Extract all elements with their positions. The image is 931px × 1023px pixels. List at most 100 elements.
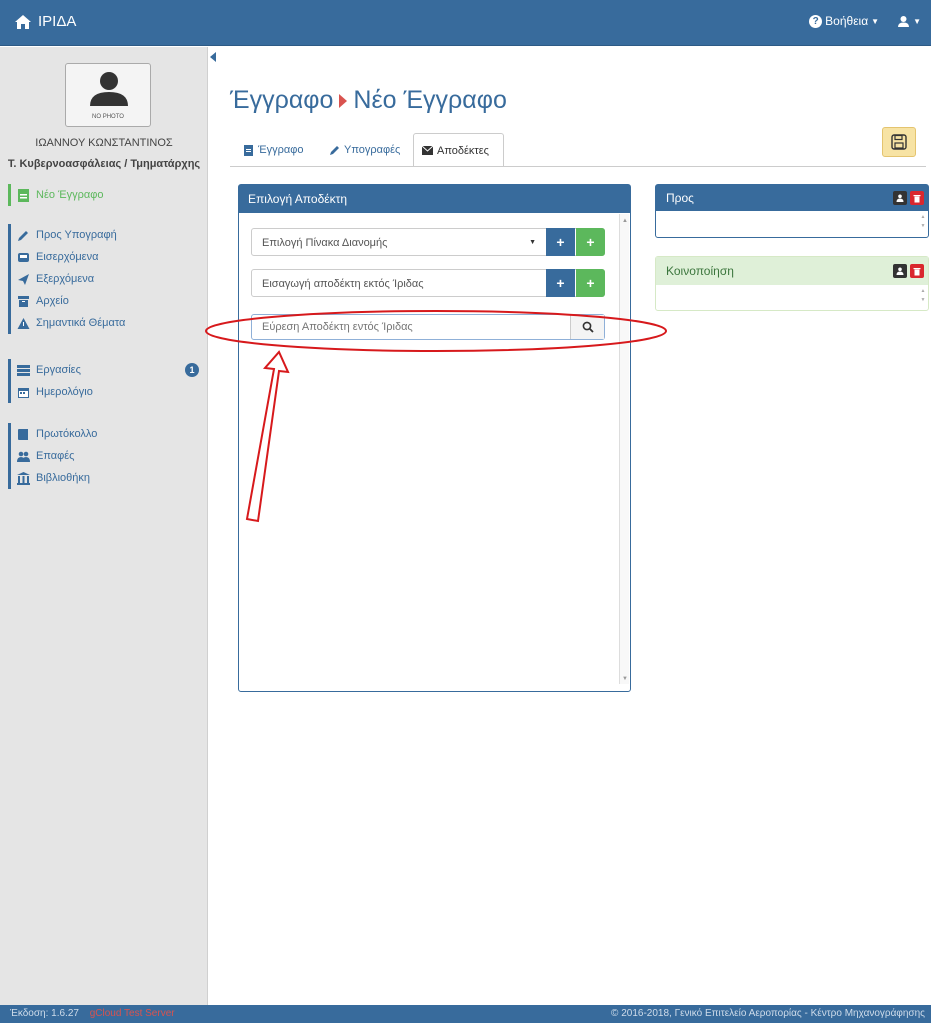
cc-add-contact-button[interactable]: [893, 264, 907, 278]
sidebar-item-label: Προς Υπογραφή: [36, 229, 117, 241]
send-icon: [18, 273, 29, 285]
sidebar-item-important[interactable]: Σημαντικά Θέματα: [11, 312, 201, 334]
sidebar-item-contacts[interactable]: Επαφές: [11, 445, 201, 467]
tasks-count-badge: 1: [185, 363, 199, 377]
recipient-search-input[interactable]: [252, 315, 572, 339]
users-icon: [17, 451, 30, 462]
library-icon: [17, 471, 30, 485]
copyright-label: © 2016-2018, Γενικό Επιτελείο Αεροπορίας…: [611, 1008, 925, 1019]
sidebar-item-for-signature[interactable]: Προς Υπογραφή: [11, 224, 201, 246]
sidebar-item-tasks[interactable]: Εργασίες 1: [11, 359, 201, 381]
to-scrollbar[interactable]: ▲ ▼: [919, 213, 927, 233]
save-button[interactable]: [882, 127, 916, 157]
sidebar-item-label: Ημερολόγιο: [36, 386, 93, 398]
calendar-icon: [18, 387, 29, 398]
avatar-caption: NO PHOTO: [92, 114, 124, 120]
plus-icon: +: [586, 234, 595, 250]
sidebar-item-protocol[interactable]: Πρωτόκολλο: [11, 423, 201, 445]
add-distribution-button[interactable]: +: [546, 228, 575, 256]
sidebar-item-label: Πρωτόκολλο: [36, 428, 98, 440]
to-clear-button[interactable]: [910, 191, 924, 205]
question-icon: ?: [809, 14, 823, 28]
to-panel-header: Προς: [656, 185, 928, 211]
cc-panel-title: Κοινοποίηση: [666, 264, 734, 278]
sidebar-item-library[interactable]: Βιβλιοθήκη: [11, 467, 201, 489]
to-panel: Προς ▲ ▼: [655, 184, 929, 238]
footer: Έκδοση: 1.6.27 gCloud Test Server © 2016…: [0, 1005, 931, 1023]
breadcrumb-document: Έγγραφο: [230, 86, 334, 114]
search-icon: [582, 321, 594, 333]
cc-scrollbar[interactable]: ▲ ▼: [919, 287, 927, 307]
trash-icon: [913, 194, 921, 202]
user-role: Τ. Κυβερνοασφάλειας / Τμηματάρχης: [7, 158, 201, 170]
tasks-icon: [17, 364, 30, 376]
cc-panel: Κοινοποίηση ▲ ▼: [655, 256, 929, 311]
external-recipient-field[interactable]: Εισαγωγή αποδέκτη εκτός Ίριδας + +: [251, 269, 605, 297]
to-panel-title: Προς: [666, 191, 694, 205]
recipient-selection-panel: Επιλογή Αποδέκτη Επιλογή Πίνακα Διανομής…: [238, 184, 631, 692]
tab-signatures[interactable]: Υπογραφές: [322, 133, 408, 167]
cc-recipient-list[interactable]: ▲ ▼: [656, 285, 928, 309]
scroll-down-icon: ▼: [622, 676, 628, 682]
cc-panel-header: Κοινοποίηση: [656, 257, 928, 285]
sidebar-collapse-icon[interactable]: [210, 52, 216, 62]
sidebar-item-label: Εξερχόμενα: [36, 273, 95, 285]
internal-recipient-search: [251, 314, 605, 340]
menu-group-resources: Πρωτόκολλο Επαφές Βιβλιοθήκη: [8, 423, 201, 489]
add-external-button[interactable]: +: [546, 269, 575, 297]
help-menu[interactable]: ? Βοήθεια ▼: [809, 14, 879, 28]
home-icon: [15, 14, 31, 29]
external-recipient-placeholder: Εισαγωγή αποδέκτη εκτός Ίριδας: [262, 278, 424, 290]
user-icon: [896, 267, 904, 275]
sidebar-item-label: Εργασίες: [36, 364, 81, 376]
new-file-icon: [18, 188, 29, 202]
tab-bar: Έγγραφο Υπογραφές Αποδέκτες: [230, 133, 930, 167]
brand-link[interactable]: ΙΡΙΔΑ: [14, 13, 76, 30]
add-external-new-button[interactable]: +: [576, 269, 605, 297]
archive-icon: [18, 295, 29, 307]
tab-divider: [230, 166, 926, 167]
sidebar-item-label: Βιβλιοθήκη: [36, 472, 91, 484]
sidebar-item-label: Αρχείο: [36, 295, 69, 307]
tab-recipients[interactable]: Αποδέκτες: [413, 133, 504, 167]
sidebar-item-new-document[interactable]: Νέο Έγγραφο: [11, 184, 201, 206]
server-label: gCloud Test Server: [89, 1008, 175, 1019]
sidebar-item-outgoing[interactable]: Εξερχόμενα: [11, 268, 201, 290]
sidebar-item-label: Νέο Έγγραφο: [36, 189, 104, 201]
plus-icon: +: [556, 275, 565, 291]
user-menu[interactable]: ▼: [897, 15, 921, 28]
avatar: NO PHOTO: [65, 63, 151, 127]
brand-label: ΙΡΙΔΑ: [38, 13, 77, 30]
chevron-down-icon: ▼: [529, 239, 536, 246]
sidebar-item-incoming[interactable]: Εισερχόμενα: [11, 246, 201, 268]
no-photo-icon: [90, 72, 128, 106]
chevron-down-icon: ▼: [913, 16, 921, 26]
tab-document[interactable]: Έγγραφο: [236, 133, 312, 167]
sidebar: NO PHOTO ΙΩΑΝΝΟΥ ΚΩΝΣΤΑΝΤΙΝΟΣ Τ. Κυβερνο…: [0, 47, 208, 1005]
distribution-list-value: Επιλογή Πίνακα Διανομής: [262, 237, 388, 249]
menu-group-new: Νέο Έγγραφο: [8, 184, 201, 206]
help-label: Βοήθεια: [825, 14, 869, 28]
panel-scrollbar[interactable]: ▲ ▼: [619, 214, 629, 684]
tab-label: Αποδέκτες: [437, 144, 489, 157]
plus-icon: +: [586, 275, 595, 291]
search-button[interactable]: [570, 315, 604, 339]
sidebar-item-archive[interactable]: Αρχείο: [11, 290, 201, 312]
plus-icon: +: [556, 234, 565, 250]
cc-clear-button[interactable]: [910, 264, 924, 278]
tab-label: Έγγραφο: [258, 144, 304, 156]
sidebar-item-calendar[interactable]: Ημερολόγιο: [11, 381, 201, 403]
breadcrumb-new-document: Νέο Έγγραφο: [353, 86, 507, 114]
add-distribution-new-button[interactable]: +: [576, 228, 605, 256]
to-add-contact-button[interactable]: [893, 191, 907, 205]
distribution-list-select[interactable]: Επιλογή Πίνακα Διανομής ▼ + +: [251, 228, 605, 256]
breadcrumb-separator-icon: [339, 93, 348, 108]
warning-icon: [17, 317, 30, 329]
to-recipient-list[interactable]: ▲ ▼: [656, 211, 928, 235]
chevron-down-icon: ▼: [871, 16, 880, 26]
user-icon: [896, 194, 904, 202]
book-icon: [18, 428, 28, 440]
pencil-icon: [18, 230, 28, 241]
file-icon: [244, 144, 253, 156]
envelope-icon: [422, 146, 433, 155]
